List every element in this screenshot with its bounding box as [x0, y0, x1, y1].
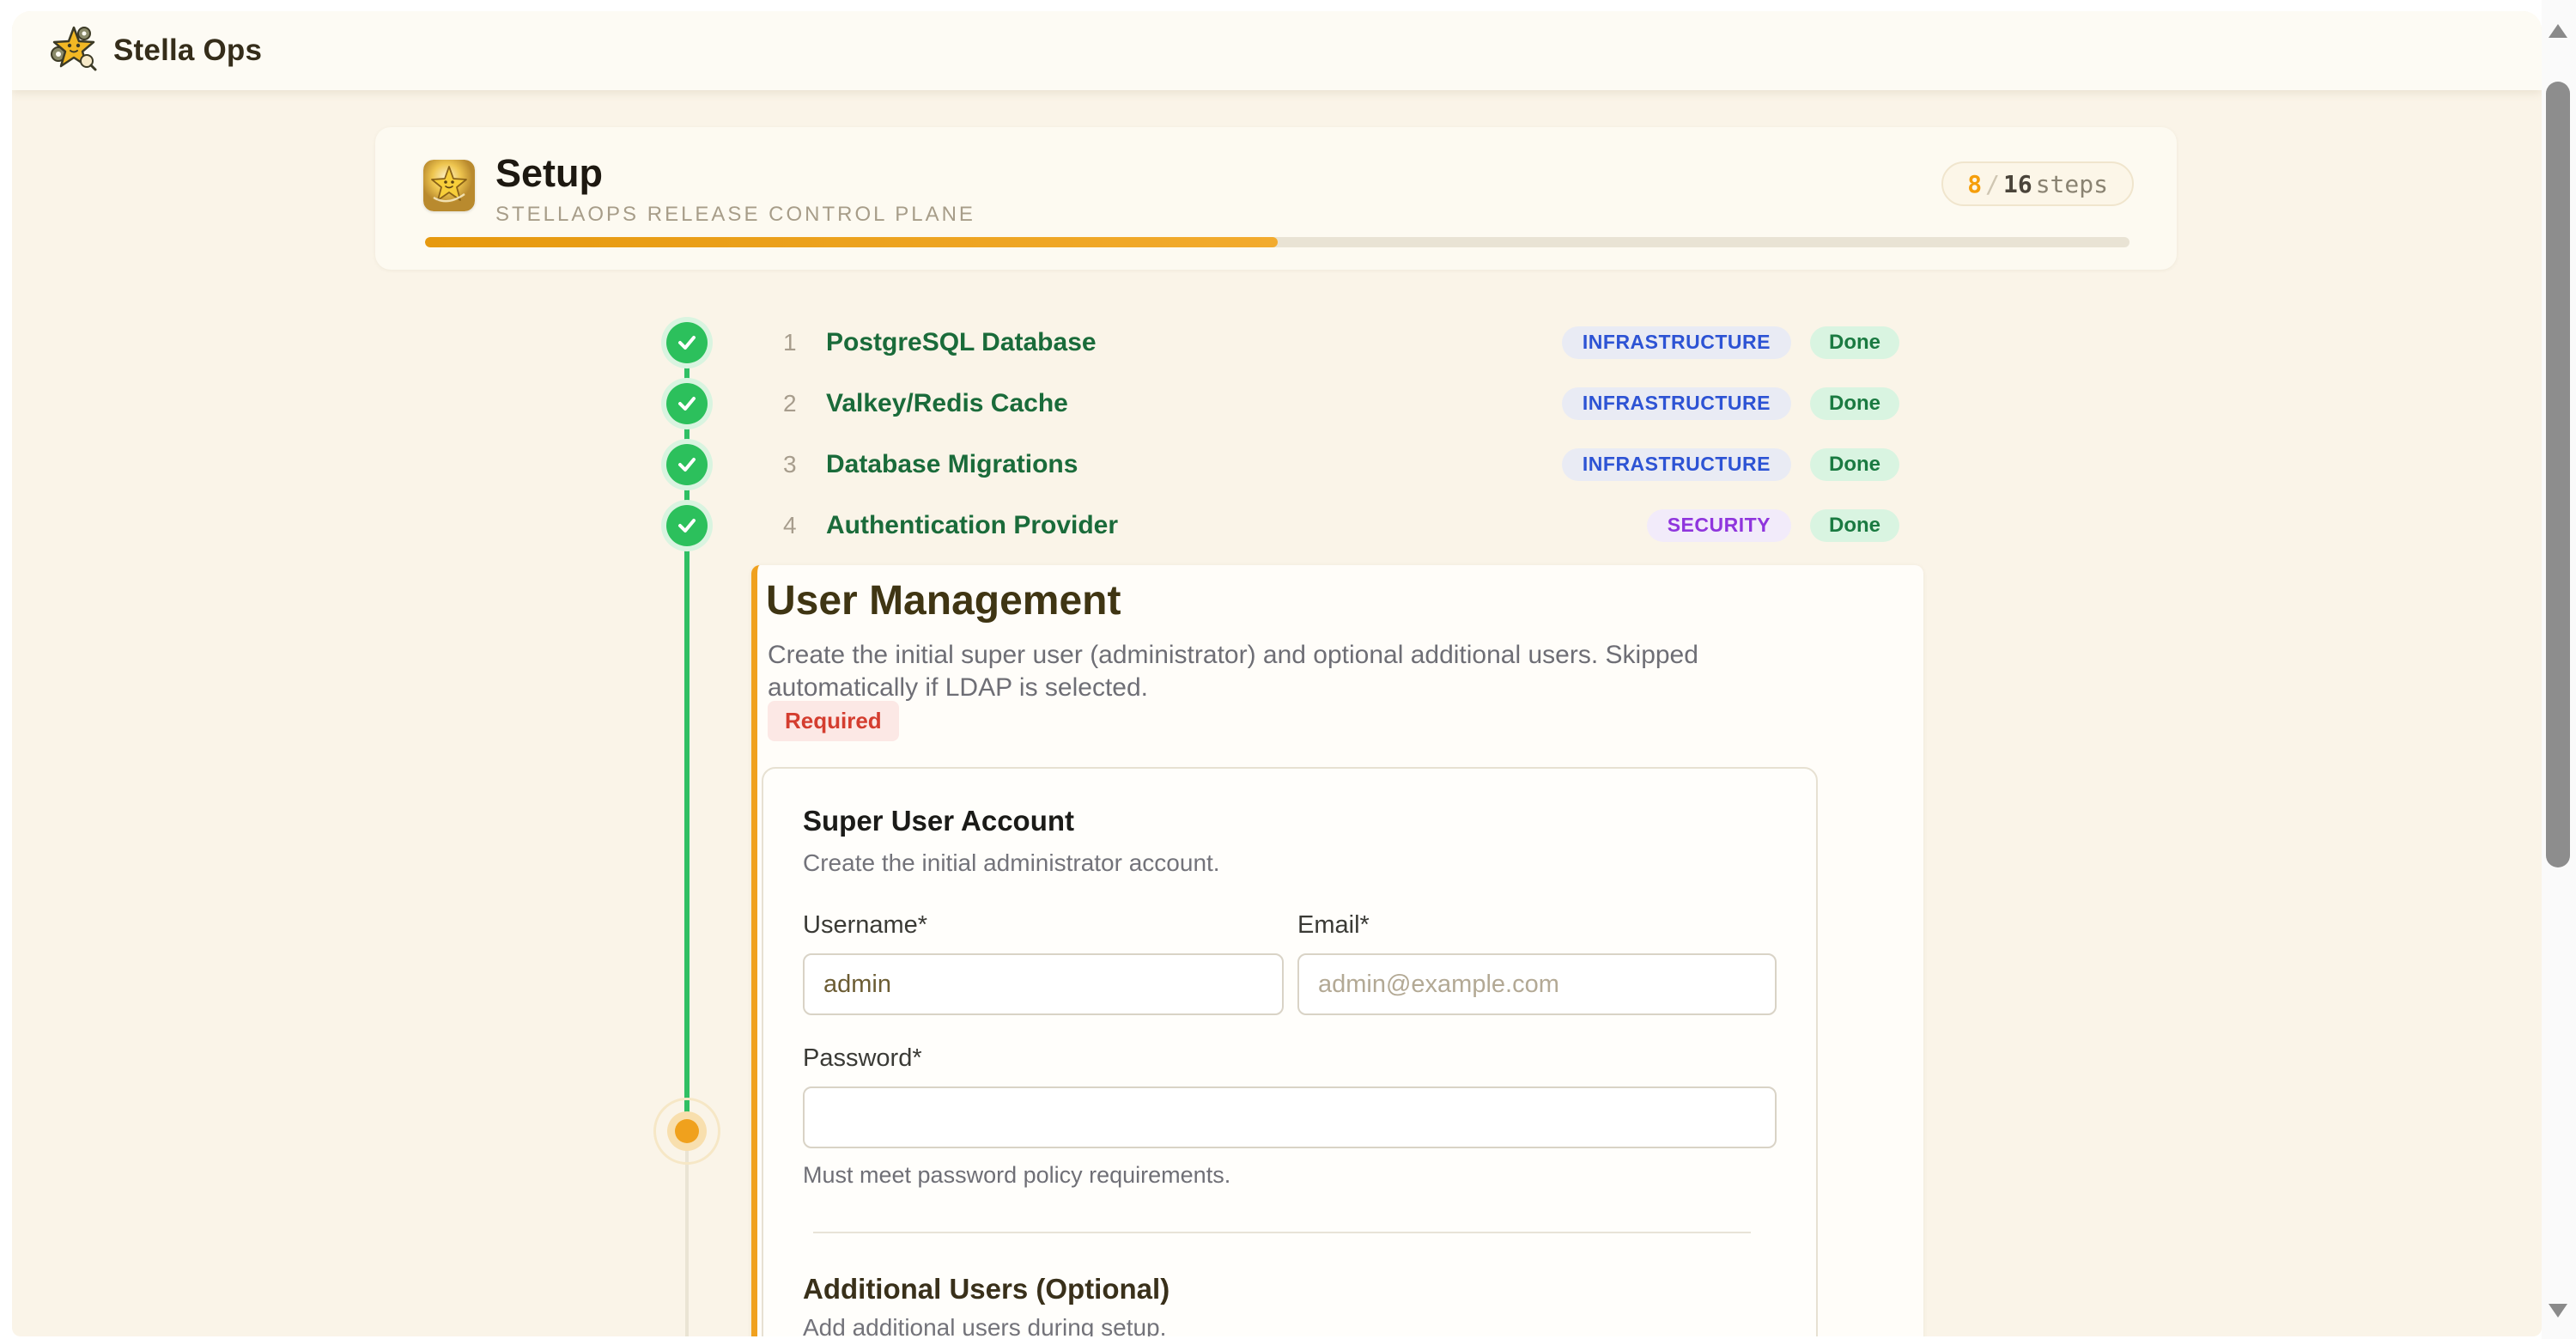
- step-row-db-migrations[interactable]: 3 Database Migrations INFRASTRUCTURE Don…: [661, 434, 1899, 495]
- status-badge: Done: [1810, 448, 1899, 481]
- step-number: 1: [783, 329, 817, 356]
- status-badge: Done: [1810, 387, 1899, 420]
- step-row-valkey-redis[interactable]: 2 Valkey/Redis Cache INFRASTRUCTURE Done: [661, 373, 1899, 434]
- category-badge: INFRASTRUCTURE: [1562, 448, 1791, 481]
- step-name: PostgreSQL Database: [826, 328, 1097, 357]
- required-badge: Required: [768, 701, 899, 741]
- stella-ops-logo-icon: [50, 25, 98, 77]
- additional-users-title: Additional Users (Optional): [803, 1273, 1777, 1306]
- steps-count-badge: 8 / 16 steps: [1941, 161, 2134, 206]
- setup-header-titles: Setup STELLAOPS RELEASE CONTROL PLANE: [495, 151, 975, 227]
- step-name: Database Migrations: [826, 450, 1078, 479]
- password-helper-text: Must meet password policy requirements.: [803, 1162, 1777, 1189]
- additional-users-subtitle: Add additional users during setup.: [803, 1314, 1777, 1336]
- step-name: Authentication Provider: [826, 511, 1118, 540]
- email-input[interactable]: [1297, 953, 1777, 1015]
- setup-title: Setup: [495, 151, 975, 196]
- scroll-down-icon[interactable]: [2549, 1304, 2567, 1318]
- status-badge: Done: [1810, 509, 1899, 542]
- status-badge: Done: [1810, 326, 1899, 359]
- progress-fill: [425, 237, 1278, 247]
- setup-header-card: Setup STELLAOPS RELEASE CONTROL PLANE 8 …: [375, 127, 2177, 270]
- category-badge: INFRASTRUCTURE: [1562, 387, 1791, 420]
- password-label: Password*: [803, 1044, 1777, 1073]
- user-management-panel: User Management Create the initial super…: [751, 565, 1923, 1336]
- steps-done-count: 8: [1967, 170, 1982, 198]
- email-label: Email*: [1297, 911, 1777, 940]
- app-title: Stella Ops: [113, 33, 262, 68]
- username-input[interactable]: [803, 953, 1284, 1015]
- panel-description: Create the initial super user (administr…: [768, 639, 1764, 704]
- step-row-auth-provider[interactable]: 4 Authentication Provider SECURITY Done: [661, 495, 1899, 556]
- steps-suffix: steps: [2036, 170, 2108, 198]
- super-user-title: Super User Account: [803, 805, 1777, 837]
- steps-count-separator: /: [1985, 170, 2000, 198]
- step-number: 2: [783, 390, 817, 417]
- category-badge: SECURITY: [1647, 509, 1791, 542]
- step-name: Valkey/Redis Cache: [826, 389, 1068, 418]
- super-user-card: Super User Account Create the initial ad…: [762, 767, 1818, 1336]
- category-badge: INFRASTRUCTURE: [1562, 326, 1791, 359]
- timeline-upcoming-line: [685, 1137, 689, 1336]
- super-user-subtitle: Create the initial administrator account…: [803, 849, 1777, 877]
- scrollbar-track[interactable]: [2542, 0, 2576, 1339]
- app-window: Stella Ops Setup: [12, 11, 2542, 1336]
- section-divider: [813, 1232, 1751, 1233]
- panel-title: User Management: [766, 577, 1121, 624]
- top-navigation-bar: Stella Ops: [12, 11, 2542, 90]
- check-icon: [661, 378, 713, 429]
- check-icon: [661, 439, 713, 490]
- steps-total-count: 16: [2003, 170, 2032, 198]
- check-icon: [661, 500, 713, 551]
- setup-subtitle: STELLAOPS RELEASE CONTROL PLANE: [495, 203, 975, 227]
- password-input[interactable]: [803, 1086, 1777, 1148]
- setup-app-icon: [423, 160, 475, 211]
- scroll-up-icon[interactable]: [2549, 24, 2567, 38]
- check-icon: [661, 317, 713, 368]
- username-label: Username*: [803, 911, 1284, 940]
- step-number: 3: [783, 451, 817, 478]
- current-step-dot: [675, 1119, 699, 1143]
- setup-progress-bar: [425, 237, 2129, 247]
- scrollbar-thumb[interactable]: [2546, 82, 2570, 867]
- step-row-postgresql[interactable]: 1 PostgreSQL Database INFRASTRUCTURE Don…: [661, 312, 1899, 373]
- step-number: 4: [783, 512, 817, 539]
